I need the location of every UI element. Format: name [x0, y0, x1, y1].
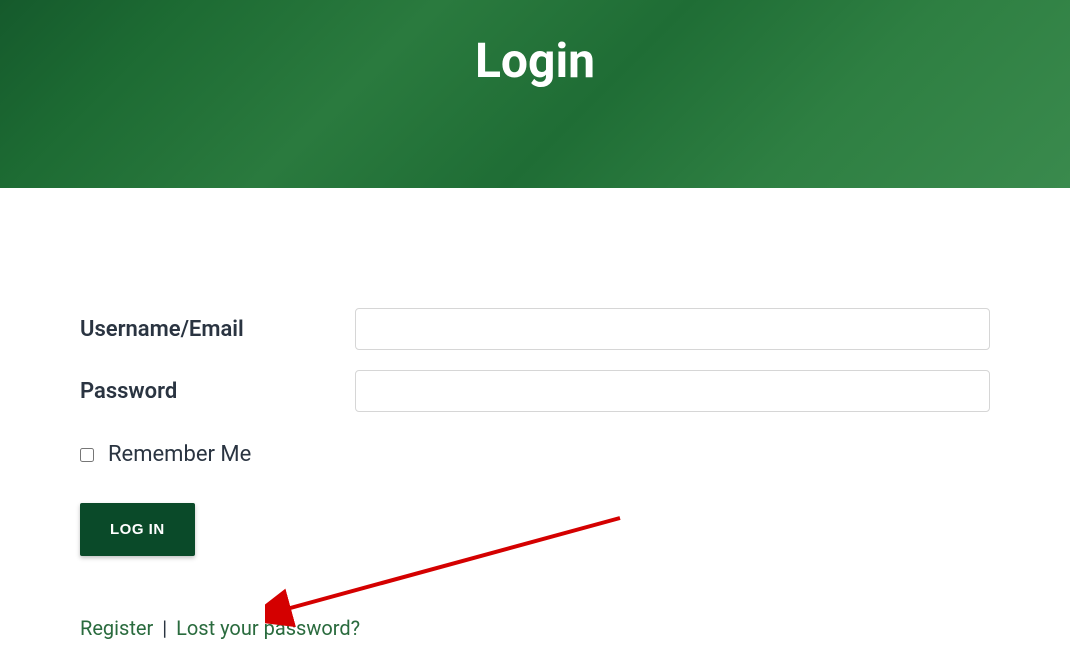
- auth-links: Register | Lost your password?: [80, 616, 990, 640]
- remember-row: Remember Me: [80, 442, 990, 467]
- password-row: Password: [80, 370, 990, 412]
- link-separator: |: [162, 616, 167, 640]
- username-row: Username/Email: [80, 308, 990, 350]
- password-label: Password: [80, 379, 355, 404]
- login-button[interactable]: LOG IN: [80, 503, 195, 556]
- username-input[interactable]: [355, 308, 990, 350]
- password-input[interactable]: [355, 370, 990, 412]
- register-link[interactable]: Register: [80, 616, 153, 640]
- remember-checkbox[interactable]: [80, 448, 94, 462]
- remember-label: Remember Me: [108, 442, 251, 467]
- lost-password-link[interactable]: Lost your password?: [176, 616, 360, 640]
- username-label: Username/Email: [80, 317, 355, 342]
- hero-banner: Login: [0, 0, 1070, 188]
- login-form: Username/Email Password Remember Me LOG …: [0, 188, 1070, 640]
- page-title: Login: [475, 32, 595, 89]
